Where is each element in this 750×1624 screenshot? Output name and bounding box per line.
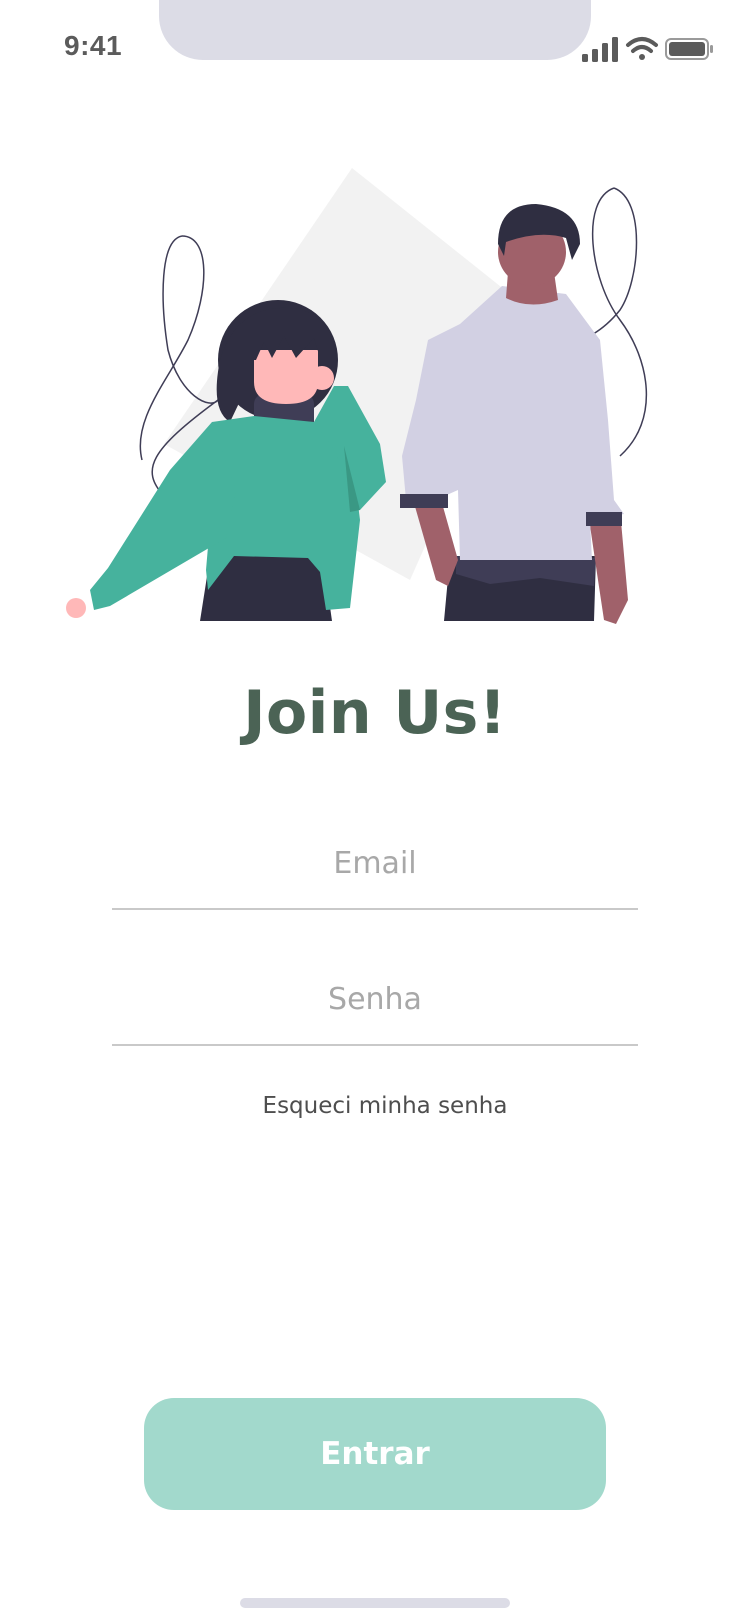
battery-icon [665,38,713,60]
wifi-icon [626,37,658,60]
cellular-signal-icon [582,37,618,62]
password-field-wrapper [112,954,638,1046]
email-field[interactable] [112,818,638,908]
login-screen: 9:41 Join Us! Email Esqueci minha senha … [0,0,750,1624]
email-field-wrapper [112,818,638,910]
device-notch [159,0,591,60]
status-icons [582,37,713,62]
two-people-illustration [66,168,648,624]
enter-button[interactable]: Entrar [144,1398,606,1510]
decorative-loop-right-2 [579,187,638,341]
page-title: Join Us! [243,678,507,748]
home-indicator [240,1598,510,1608]
forgot-password-link[interactable]: Esqueci minha senha [0,1093,750,1119]
password-field[interactable] [112,954,638,1044]
status-time: 9:41 [64,30,123,61]
